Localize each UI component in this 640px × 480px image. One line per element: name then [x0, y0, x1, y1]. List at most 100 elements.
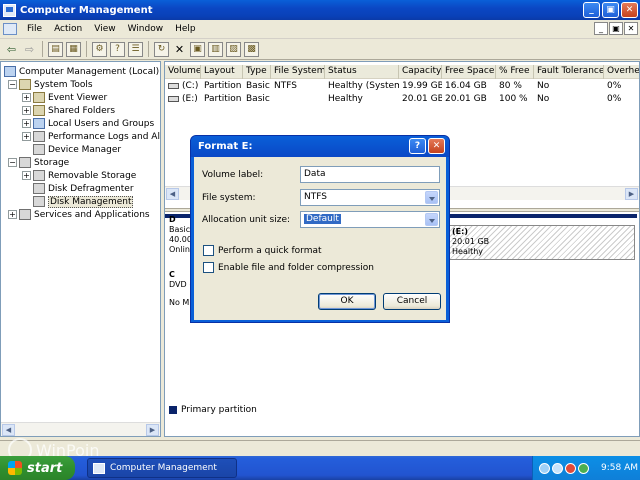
disk-1-info[interactable]: D Basic 40.00 Onlin: [169, 215, 192, 255]
security-shield-icon[interactable]: [565, 462, 576, 474]
partition-legend: Primary partition: [169, 405, 257, 415]
column-fault-tolerance[interactable]: Fault Tolerance: [534, 65, 604, 79]
tree-item-disk-management[interactable]: Disk Management: [33, 195, 134, 208]
computer-management-icon: [93, 462, 105, 474]
cancel-button[interactable]: Cancel: [383, 293, 441, 310]
network-icon[interactable]: [552, 462, 563, 474]
compression-checkbox[interactable]: Enable file and folder compression: [203, 262, 374, 273]
expand-toggle[interactable]: +: [22, 171, 31, 180]
quick-format-checkbox[interactable]: Perform a quick format: [203, 245, 322, 256]
delete-icon[interactable]: ✕: [172, 42, 187, 57]
menu-action[interactable]: Action: [48, 24, 88, 34]
inner-minimize-button[interactable]: _: [594, 22, 608, 35]
volume-label-input[interactable]: Data: [300, 166, 440, 183]
disk-icon[interactable]: ▩: [244, 41, 259, 57]
refresh-icon[interactable]: ↻: [154, 41, 169, 57]
scroll-right-icon[interactable]: ▶: [146, 424, 159, 436]
show-tree-icon[interactable]: ▦: [66, 41, 81, 57]
console-tree[interactable]: Computer Management (Local) − System Too…: [0, 61, 161, 437]
dialog-title-bar[interactable]: Format E: ? ✕: [191, 136, 449, 157]
format-dialog[interactable]: Format E: ? ✕ Volume label: Data File sy…: [190, 135, 450, 323]
back-arrow-icon[interactable]: ⇦: [4, 42, 19, 57]
tree-item-event-viewer[interactable]: + Event Viewer: [22, 91, 107, 104]
tree-horizontal-scrollbar[interactable]: ◀ ▶: [1, 422, 160, 436]
window-title: Computer Management: [20, 4, 153, 16]
inner-close-button[interactable]: ✕: [624, 22, 638, 35]
tree-item-shared-folders[interactable]: + Shared Folders: [22, 104, 115, 117]
menu-file[interactable]: File: [21, 24, 48, 34]
menu-help[interactable]: Help: [169, 24, 202, 34]
tree-item-storage[interactable]: − Storage: [8, 156, 69, 169]
column-volume[interactable]: Volume: [165, 65, 201, 79]
scroll-left-icon[interactable]: ◀: [2, 424, 15, 436]
file-system-caption: File system:: [202, 193, 256, 203]
tree-item-performance-logs[interactable]: + Performance Logs and Alerts: [22, 130, 160, 143]
column-status[interactable]: Status: [325, 65, 399, 79]
dialog-help-button[interactable]: ?: [409, 138, 426, 154]
column-layout[interactable]: Layout: [201, 65, 243, 79]
taskbar: start Computer Management 9:58 AM: [0, 456, 640, 480]
expand-toggle[interactable]: +: [22, 132, 31, 141]
expand-toggle[interactable]: +: [22, 106, 31, 115]
cdrom-info[interactable]: C DVD ( No M: [169, 270, 192, 308]
column-percent-free[interactable]: % Free: [496, 65, 534, 79]
tree-item-removable-storage[interactable]: + Removable Storage: [22, 169, 136, 182]
file-system-select[interactable]: NTFS: [300, 189, 440, 206]
tree-item-disk-defragmenter[interactable]: Disk Defragmenter: [33, 182, 134, 195]
column-type[interactable]: Type: [243, 65, 271, 79]
menu-window[interactable]: Window: [122, 24, 170, 34]
taskbar-item-computer-management[interactable]: Computer Management: [87, 458, 237, 478]
drive-icon[interactable]: ▨: [226, 41, 241, 57]
expand-toggle[interactable]: +: [8, 210, 17, 219]
restore-button[interactable]: ▣: [602, 2, 619, 18]
scroll-right-icon[interactable]: ▶: [625, 188, 638, 200]
checkbox-unchecked-icon[interactable]: [203, 262, 214, 273]
console-icon[interactable]: [3, 23, 17, 35]
menu-view[interactable]: View: [88, 24, 121, 34]
tree-item-computer-management[interactable]: Computer Management (Local): [4, 65, 159, 78]
storage-icon: [19, 157, 31, 168]
clock[interactable]: 9:58 AM: [601, 463, 638, 473]
tray-arrow-icon[interactable]: [539, 462, 550, 474]
up-folder-icon[interactable]: ▤: [48, 41, 63, 57]
help-icon[interactable]: ?: [110, 41, 125, 57]
dialog-close-button[interactable]: ✕: [428, 138, 445, 154]
column-file-system[interactable]: File System: [271, 65, 325, 79]
open-folder-icon[interactable]: ▥: [208, 41, 223, 57]
volume-row[interactable]: (C:) Partition Basic NTFS Healthy (Syste…: [165, 80, 639, 93]
volume-icon[interactable]: [578, 462, 589, 474]
tree-item-device-manager[interactable]: Device Manager: [33, 143, 121, 156]
forward-arrow-icon[interactable]: ⇨: [22, 42, 37, 57]
column-capacity[interactable]: Capacity: [399, 65, 442, 79]
inner-restore-button[interactable]: ▣: [609, 22, 623, 35]
export-icon[interactable]: ▣: [190, 41, 205, 57]
properties-icon[interactable]: ⚙: [92, 41, 107, 57]
chevron-down-icon[interactable]: [425, 191, 438, 204]
collapse-toggle[interactable]: −: [8, 80, 17, 89]
tree-item-system-tools[interactable]: − System Tools: [8, 78, 93, 91]
checkbox-unchecked-icon[interactable]: [203, 245, 214, 256]
list-icon[interactable]: ☰: [128, 41, 143, 57]
expand-toggle[interactable]: +: [22, 93, 31, 102]
allocation-unit-caption: Allocation unit size:: [202, 215, 291, 225]
column-free-space[interactable]: Free Space: [442, 65, 496, 79]
volume-row[interactable]: (E:) Partition Basic Healthy 20.01 GB 20…: [165, 93, 639, 106]
scroll-left-icon[interactable]: ◀: [166, 188, 179, 200]
chevron-down-icon[interactable]: [425, 213, 438, 226]
window-title-bar[interactable]: Computer Management _ ▣ ✕: [0, 0, 640, 20]
partition-e[interactable]: (E:) 20.01 GB Healthy: [449, 225, 635, 260]
tree-item-local-users[interactable]: + Local Users and Groups: [22, 117, 154, 130]
windows-logo-icon: [8, 461, 22, 475]
tree-item-services-applications[interactable]: + Services and Applications: [8, 208, 150, 221]
ok-button[interactable]: OK: [318, 293, 376, 310]
collapse-toggle[interactable]: −: [8, 158, 17, 167]
column-overhead[interactable]: Overhe: [604, 65, 639, 79]
expand-toggle[interactable]: +: [22, 119, 31, 128]
close-button[interactable]: ✕: [621, 2, 638, 18]
start-button[interactable]: start: [0, 456, 75, 480]
volume-list-header: Volume Layout Type File System Status Ca…: [165, 65, 639, 79]
allocation-unit-select[interactable]: Default: [300, 211, 440, 228]
dialog-title: Format E:: [198, 141, 253, 152]
shared-folder-icon: [33, 105, 45, 116]
minimize-button[interactable]: _: [583, 2, 600, 18]
